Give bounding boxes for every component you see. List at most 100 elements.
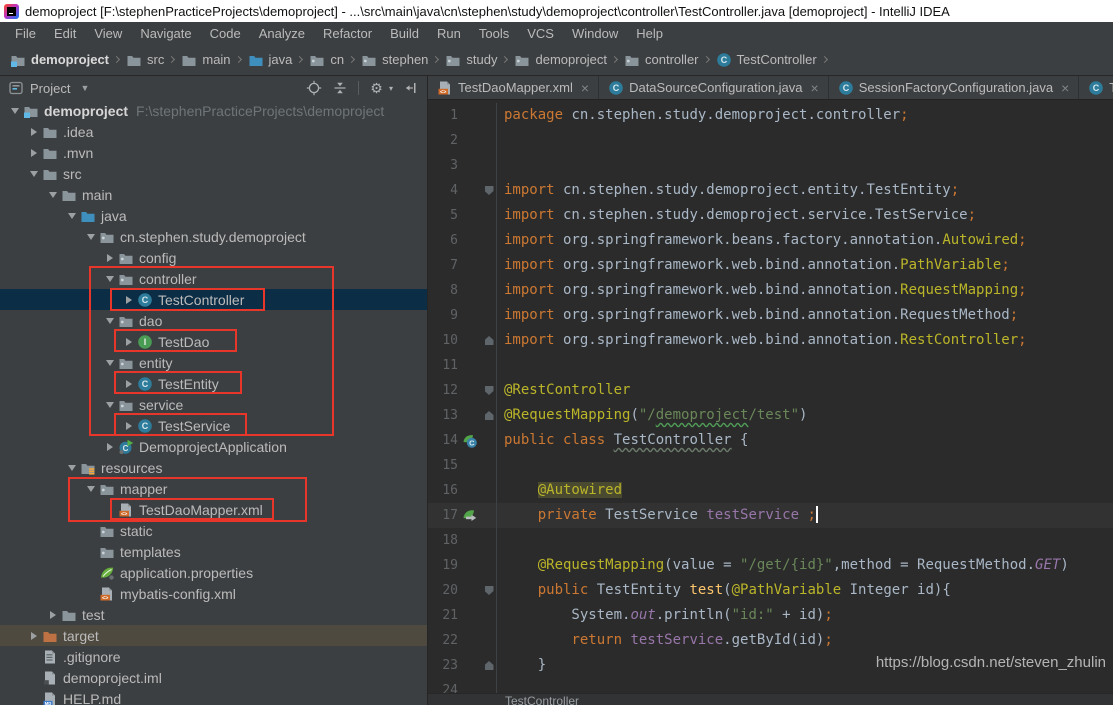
menu-code[interactable]: Code — [201, 22, 250, 44]
tree-item-.idea[interactable]: .idea — [0, 121, 427, 142]
tree-item-controller[interactable]: controller — [0, 268, 427, 289]
expanded-arrow-icon[interactable] — [101, 276, 118, 282]
code-line-8[interactable]: 8import org.springframework.web.bind.ann… — [428, 278, 1113, 303]
code-line-24[interactable]: 24 — [428, 678, 1113, 693]
menu-build[interactable]: Build — [381, 22, 428, 44]
tree-item-testentity[interactable]: CTestEntity — [0, 373, 427, 394]
fold-marker-icon[interactable] — [485, 336, 494, 345]
code-text[interactable]: @Autowired — [497, 478, 622, 503]
code-text[interactable]: private TestService testService ; — [497, 503, 818, 528]
chevron-down-icon[interactable]: ▼ — [80, 83, 89, 93]
tree-item-resources[interactable]: resources — [0, 457, 427, 478]
code-line-19[interactable]: 19 @RequestMapping(value = "/get/{id}",m… — [428, 553, 1113, 578]
fold-slot[interactable] — [482, 403, 497, 428]
breadcrumb-item-stephen[interactable]: stephen — [361, 52, 428, 68]
code-line-5[interactable]: 5import cn.stephen.study.demoproject.ser… — [428, 203, 1113, 228]
breadcrumb-item-controller[interactable]: controller — [624, 52, 698, 68]
fold-slot[interactable] — [482, 653, 497, 678]
expanded-arrow-icon[interactable] — [82, 234, 99, 240]
breadcrumb-item-main[interactable]: main — [181, 52, 230, 68]
collapsed-arrow-icon[interactable] — [44, 611, 61, 619]
menu-view[interactable]: View — [85, 22, 131, 44]
breadcrumb-item-demoproject[interactable]: demoproject — [514, 52, 607, 68]
code-text[interactable]: @RequestMapping("/demoproject/test") — [497, 403, 807, 428]
tree-item-target[interactable]: target — [0, 625, 427, 646]
expanded-arrow-icon[interactable] — [25, 171, 42, 177]
menu-vcs[interactable]: VCS — [518, 22, 563, 44]
fold-slot[interactable] — [482, 178, 497, 203]
code-text[interactable]: import cn.stephen.study.demoproject.serv… — [497, 203, 976, 228]
tree-item-src[interactable]: src — [0, 163, 427, 184]
menu-file[interactable]: File — [6, 22, 45, 44]
code-text[interactable]: @RequestMapping(value = "/get/{id}",meth… — [497, 553, 1069, 578]
code-text[interactable]: public class TestController { — [497, 428, 748, 453]
editor-tab-sessionfactoryconfiguration.java[interactable]: CSessionFactoryConfiguration.java× — [829, 76, 1080, 99]
breadcrumb-item-src[interactable]: src — [126, 52, 164, 68]
collapsed-arrow-icon[interactable] — [101, 443, 118, 451]
code-text[interactable] — [497, 528, 504, 553]
code-line-1[interactable]: 1package cn.stephen.study.demoproject.co… — [428, 103, 1113, 128]
expanded-arrow-icon[interactable] — [101, 402, 118, 408]
tree-item-service[interactable]: service — [0, 394, 427, 415]
tree-item-application.properties[interactable]: application.properties — [0, 562, 427, 583]
fold-marker-icon[interactable] — [485, 586, 494, 595]
code-text[interactable] — [497, 678, 504, 693]
code-line-9[interactable]: 9import org.springframework.web.bind.ann… — [428, 303, 1113, 328]
code-line-18[interactable]: 18 — [428, 528, 1113, 553]
menu-edit[interactable]: Edit — [45, 22, 85, 44]
editor-breadcrumb-class[interactable]: TestController — [505, 694, 579, 705]
code-text[interactable]: return testService.getById(id); — [497, 628, 833, 653]
code-text[interactable]: import org.springframework.web.bind.anno… — [497, 303, 1018, 328]
code-text[interactable]: import org.springframework.beans.factory… — [497, 228, 1027, 253]
code-line-2[interactable]: 2 — [428, 128, 1113, 153]
code-text[interactable] — [497, 128, 504, 153]
code-text[interactable]: import org.springframework.web.bind.anno… — [497, 253, 1010, 278]
tree-item-mybatis-config.xml[interactable]: <>mybatis-config.xml — [0, 583, 427, 604]
editor-breadcrumb-bottom[interactable]: TestController — [428, 693, 1113, 705]
menu-run[interactable]: Run — [428, 22, 470, 44]
code-line-11[interactable]: 11 — [428, 353, 1113, 378]
tree-item-testservice[interactable]: CTestService — [0, 415, 427, 436]
tree-item-.mvn[interactable]: .mvn — [0, 142, 427, 163]
menu-window[interactable]: Window — [563, 22, 627, 44]
expanded-arrow-icon[interactable] — [101, 360, 118, 366]
collapsed-arrow-icon[interactable] — [120, 380, 137, 388]
collapse-all-icon[interactable] — [332, 80, 349, 97]
code-line-6[interactable]: 6import org.springframework.beans.factor… — [428, 228, 1113, 253]
tree-item-help.md[interactable]: MDHELP.md — [0, 688, 427, 705]
code-text[interactable] — [497, 453, 504, 478]
code-line-12[interactable]: 12@RestController — [428, 378, 1113, 403]
breadcrumb-item-testcontroller[interactable]: CTestController — [716, 52, 817, 68]
tree-item-.gitignore[interactable]: .gitignore — [0, 646, 427, 667]
breadcrumb-item-study[interactable]: study — [445, 52, 497, 68]
expanded-arrow-icon[interactable] — [6, 108, 23, 114]
editor-tab-transac[interactable]: CTransac — [1079, 76, 1113, 99]
tree-item-mapper[interactable]: mapper — [0, 478, 427, 499]
code-line-13[interactable]: 13@RequestMapping("/demoproject/test") — [428, 403, 1113, 428]
expanded-arrow-icon[interactable] — [101, 318, 118, 324]
editor-tab-testdaomapper.xml[interactable]: <>TestDaoMapper.xml× — [428, 76, 599, 99]
code-text[interactable]: package cn.stephen.study.demoproject.con… — [497, 103, 909, 128]
breadcrumb-item-demoproject[interactable]: demoproject — [10, 52, 109, 68]
code-line-3[interactable]: 3 — [428, 153, 1113, 178]
collapsed-arrow-icon[interactable] — [25, 128, 42, 136]
menu-navigate[interactable]: Navigate — [131, 22, 200, 44]
breadcrumb-item-java[interactable]: java — [248, 52, 293, 68]
collapsed-arrow-icon[interactable] — [120, 338, 137, 346]
collapsed-arrow-icon[interactable] — [120, 296, 137, 304]
fold-marker-icon[interactable] — [485, 186, 494, 195]
fold-marker-icon[interactable] — [485, 411, 494, 420]
code-line-20[interactable]: 20 public TestEntity test(@PathVariable … — [428, 578, 1113, 603]
code-line-15[interactable]: 15 — [428, 453, 1113, 478]
locate-file-icon[interactable] — [306, 80, 323, 97]
code-line-14[interactable]: 14Cpublic class TestController { — [428, 428, 1113, 453]
tree-item-test[interactable]: test — [0, 604, 427, 625]
fold-slot[interactable] — [482, 578, 497, 603]
editor-tab-datasourceconfiguration.java[interactable]: CDataSourceConfiguration.java× — [599, 76, 829, 99]
tree-item-dao[interactable]: dao — [0, 310, 427, 331]
tree-item-testdaomapper.xml[interactable]: <>TestDaoMapper.xml — [0, 499, 427, 520]
menu-refactor[interactable]: Refactor — [314, 22, 381, 44]
code-line-22[interactable]: 22 return testService.getById(id); — [428, 628, 1113, 653]
menu-analyze[interactable]: Analyze — [250, 22, 314, 44]
code-line-10[interactable]: 10import org.springframework.web.bind.an… — [428, 328, 1113, 353]
